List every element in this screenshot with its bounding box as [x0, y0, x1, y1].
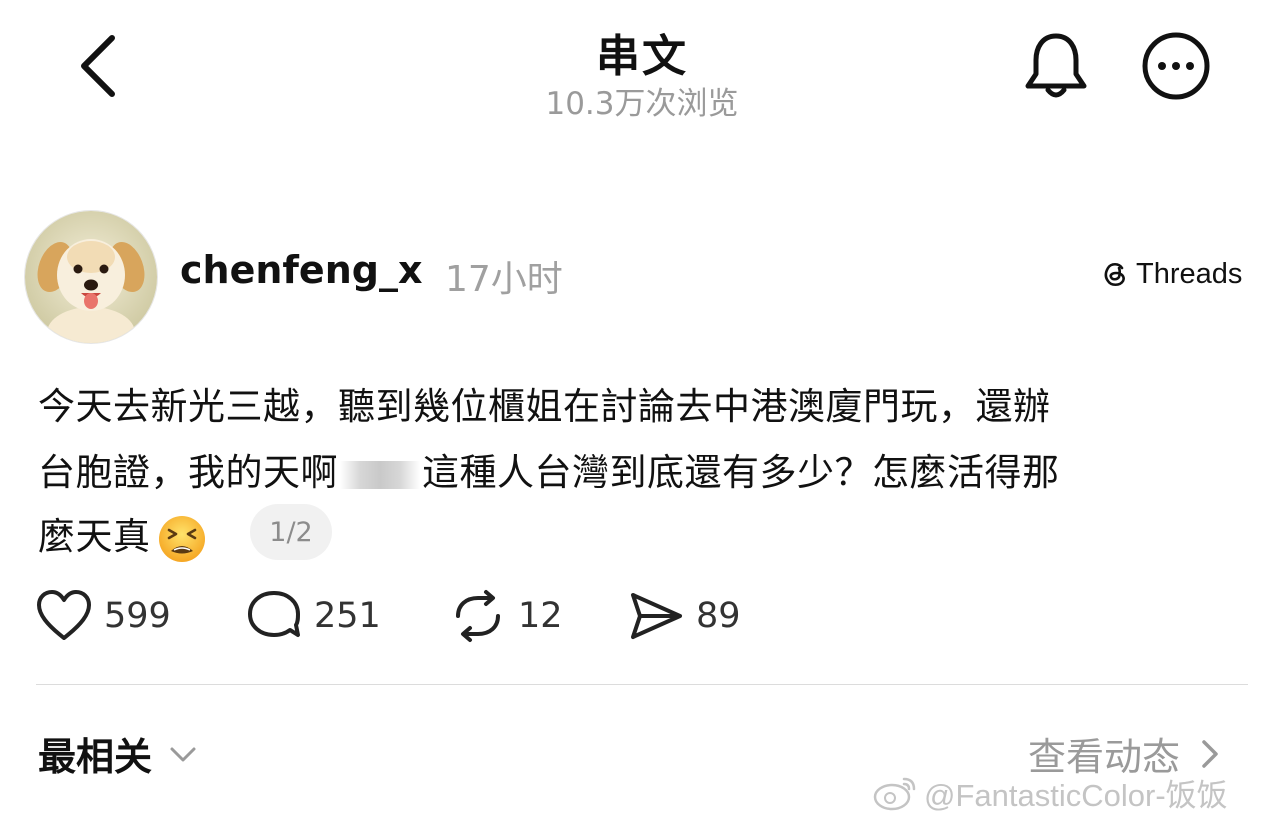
comment-count: 251 — [314, 596, 381, 636]
send-icon — [631, 593, 682, 639]
repost-icon — [456, 590, 500, 642]
post-text-line-2: 台胞證，我的天啊 這種人台灣到底還有多少？怎麼活得那 — [38, 442, 1060, 496]
threads-source-badge[interactable]: Threads — [1100, 256, 1242, 292]
avatar[interactable] — [24, 210, 158, 344]
threads-logo-icon — [1104, 262, 1125, 287]
tired-face-emoji — [158, 515, 205, 562]
redacted-blur — [340, 460, 420, 489]
bell-icon — [1025, 33, 1087, 98]
divider — [36, 684, 1248, 685]
view-count: 10.3万次浏览 — [545, 86, 739, 122]
sort-label: 最相关 — [38, 735, 153, 779]
username[interactable]: chenfeng_x — [180, 248, 422, 292]
watermark: @FantasticColor-饭饭 — [872, 770, 1228, 815]
sort-dropdown[interactable]: 最相关 — [38, 726, 200, 781]
chevron-right-icon — [1202, 739, 1218, 768]
threads-label: Threads — [1136, 257, 1243, 290]
image-page-indicator: 1/2 — [250, 504, 332, 560]
post-text-line-1: 今天去新光三越，聽到幾位櫃姐在討論去中港澳廈門玩，還辦 — [38, 385, 1051, 428]
page-title: 串文 — [596, 31, 688, 82]
more-options-button[interactable] — [1140, 30, 1212, 102]
weibo-logo-icon — [873, 777, 916, 810]
like-button[interactable]: 599 — [36, 588, 171, 644]
watermark-text: @FantasticColor-饭饭 — [924, 778, 1228, 813]
post-time: 17小时 — [445, 259, 563, 300]
more-horizontal-icon — [1142, 32, 1210, 100]
heart-icon — [37, 590, 91, 640]
comment-icon — [248, 591, 300, 637]
comment-button[interactable]: 251 — [246, 588, 381, 644]
chevron-down-icon — [170, 747, 196, 761]
repost-count: 12 — [518, 596, 563, 636]
repost-button[interactable]: 12 — [450, 588, 563, 644]
notification-button[interactable] — [1022, 30, 1090, 102]
share-count: 89 — [696, 596, 741, 636]
like-count: 599 — [104, 596, 171, 636]
share-button[interactable]: 89 — [628, 588, 741, 644]
post-text-line-2-end: 這種人台灣到底還有多少？怎麼活得那 — [422, 451, 1060, 494]
post-text-line-3: 麼天真 — [38, 506, 207, 564]
post-text-line-3-text: 麼天真 — [38, 515, 151, 558]
golden-retriever-puppy-avatar — [25, 211, 157, 343]
post-text-line-2-start: 台胞證，我的天啊 — [38, 451, 338, 494]
